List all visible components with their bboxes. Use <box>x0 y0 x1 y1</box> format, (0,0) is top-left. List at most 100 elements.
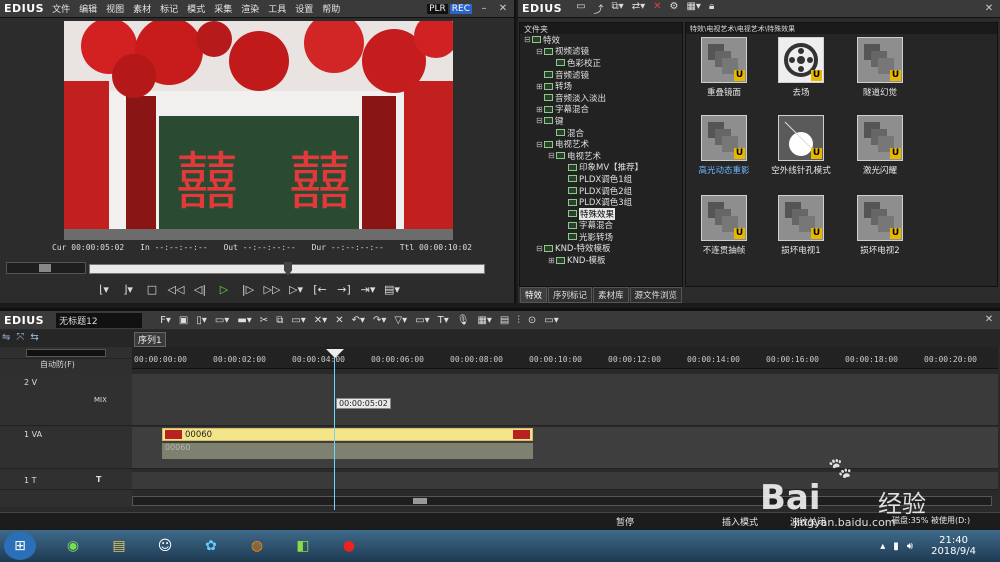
bin-tab[interactable]: 源文件浏览 <box>629 287 683 303</box>
folder-icon[interactable]: ▭ <box>576 1 585 16</box>
shuttle-handle[interactable] <box>39 264 51 272</box>
taskbar-edius-icon[interactable]: ◧ <box>282 532 324 560</box>
title-icon[interactable]: T▾ <box>438 315 449 326</box>
expand-icon[interactable]: ⊞ <box>536 82 544 91</box>
taskbar-360-icon[interactable]: ◉ <box>52 532 94 560</box>
tree-node[interactable]: PLDX调色3组 <box>520 196 682 208</box>
menu-item[interactable]: 编辑 <box>79 5 97 15</box>
close-icon-2[interactable]: ✕ <box>982 2 996 16</box>
sequence-tab[interactable]: 序列1 <box>134 332 166 347</box>
record-icon[interactable]: ⊙ <box>528 315 536 326</box>
tree-node[interactable]: ⊟ 特效 <box>520 34 682 46</box>
tree-node[interactable]: 音频淡入淡出 <box>520 92 682 104</box>
expand-icon[interactable]: ⊟ <box>536 244 544 253</box>
effect-item[interactable]: U 隧道幻觉 <box>841 37 919 98</box>
track-header-2v[interactable]: 2 V MIX <box>0 374 132 426</box>
expand-icon[interactable]: ⊟ <box>536 140 544 149</box>
undo-icon[interactable]: ↶▾ <box>352 315 365 326</box>
taskbar-explorer-icon[interactable]: ▤ <box>98 532 140 560</box>
menu-item[interactable]: 设置 <box>295 5 313 15</box>
arrange-icon[interactable]: ⇄▾ <box>632 1 645 16</box>
position-slider[interactable] <box>89 262 485 276</box>
scrollbar-thumb[interactable] <box>413 498 427 504</box>
expand-icon[interactable]: ⊟ <box>548 151 556 160</box>
track-header-1t[interactable]: 1 T T <box>0 472 132 490</box>
overwrite-icon[interactable]: →] <box>335 283 353 297</box>
tree-node[interactable]: 色彩校正 <box>520 57 682 69</box>
rewind-icon[interactable]: ◁◁ <box>167 283 185 297</box>
menu-item[interactable]: 素材 <box>133 5 151 15</box>
playhead-marker[interactable] <box>326 349 344 358</box>
fast-forward-icon[interactable]: ▷▷ <box>263 283 281 297</box>
view-icon[interactable]: ▦▾ <box>686 1 700 16</box>
ripple-delete-icon[interactable]: ✕ <box>335 315 343 326</box>
tree-node[interactable]: PLDX调色2组 <box>520 185 682 197</box>
rec-label[interactable]: REC <box>449 3 472 14</box>
taskbar-record-icon[interactable]: ● <box>328 532 370 560</box>
render-icon[interactable]: ▦▾ <box>477 315 491 326</box>
mode-select[interactable]: 自动防(F) <box>0 359 132 371</box>
expand-icon[interactable]: ⊟ <box>536 116 544 125</box>
expand-icon[interactable]: ⊟ <box>524 35 532 44</box>
expand-icon[interactable]: ⊟ <box>536 47 544 56</box>
play-icon[interactable]: ▷ <box>215 283 233 297</box>
close-icon-3[interactable]: ✕ <box>982 313 996 327</box>
insert-icon[interactable]: [← <box>311 283 329 297</box>
export-icon[interactable]: ⇥▾ <box>359 283 377 297</box>
add-track-icon[interactable]: ▭▾ <box>415 315 429 326</box>
tree-node[interactable]: 光影转场 <box>520 231 682 243</box>
taskbar-media-icon[interactable]: ✿ <box>190 532 232 560</box>
tray-network-icon[interactable]: ▮ <box>893 541 899 552</box>
delete-icon[interactable]: ✕ <box>653 1 661 16</box>
tree-node[interactable]: ⊟ 键 <box>520 115 682 127</box>
tree-node[interactable]: ⊟ 电视艺术 <box>520 138 682 151</box>
tree-node[interactable]: 混合 <box>520 127 682 139</box>
effect-item[interactable]: U 损坏电视1 <box>762 195 840 256</box>
expand-icon[interactable]: ⊞ <box>548 256 556 265</box>
effect-item[interactable]: U 激光闪耀 <box>841 115 919 176</box>
effect-item[interactable]: U 损坏电视2 <box>841 195 919 256</box>
tree-node[interactable]: PLDX调色1组 <box>520 173 682 185</box>
marker-icon[interactable]: ▽▾ <box>394 315 407 326</box>
tree-node[interactable]: ⊞ 字幕混合 <box>520 104 682 116</box>
tree-node[interactable]: ⊟ 视频滤镜 <box>520 46 682 58</box>
clock[interactable]: 21:40 2018/9/4 <box>931 535 976 557</box>
tree-node[interactable]: 印象MV【推荐】 <box>520 162 682 173</box>
taskbar-qq-icon[interactable]: ☺ <box>144 532 186 560</box>
menu-item[interactable]: 模式 <box>187 5 205 15</box>
set-out-icon[interactable]: ⌋▾ <box>119 283 137 297</box>
tray-arrow-icon[interactable]: ▴ <box>880 541 885 552</box>
menu-item[interactable]: 标记 <box>160 5 178 15</box>
mic-icon[interactable]: 🎙︎ <box>457 315 470 326</box>
minimize-icon[interactable]: – <box>477 2 491 16</box>
snapshot-icon[interactable]: ▣ <box>179 315 188 326</box>
effect-item[interactable]: U 不连贯抽帧 <box>685 195 763 256</box>
paste-icon[interactable]: ▭▾ <box>291 315 305 326</box>
delete-icon-2[interactable]: ✕▾ <box>314 315 327 326</box>
step-back-icon[interactable]: ◁| <box>191 283 209 297</box>
taskbar-firefox-icon[interactable]: ◍ <box>236 532 278 560</box>
bin-tab[interactable]: 素材库 <box>593 287 629 303</box>
save-icon[interactable]: ▬▾ <box>237 315 251 326</box>
effect-item[interactable]: U 高光动态重影 <box>685 115 763 176</box>
copy-icon[interactable]: ⧉▾ <box>612 1 624 16</box>
plr-label[interactable]: PLR <box>427 3 448 14</box>
menu-item[interactable]: 帮助 <box>322 5 340 15</box>
stop-icon[interactable]: □ <box>143 283 161 297</box>
tree-node[interactable]: 字幕混合 <box>520 220 682 231</box>
sync-icon[interactable]: ⇆ <box>30 332 38 345</box>
track-2v[interactable] <box>132 374 998 426</box>
open-icon[interactable]: ▭▾ <box>215 315 229 326</box>
start-button[interactable]: ⊞ <box>4 532 36 560</box>
copy-icon-2[interactable]: ⧉ <box>276 315 283 326</box>
fx-icon[interactable]: F▾ <box>160 315 171 326</box>
close-icon[interactable]: ✕ <box>496 2 510 16</box>
tree-node[interactable]: ⊟ KND-特效模板 <box>520 243 682 255</box>
menu-item[interactable]: 工具 <box>268 5 286 15</box>
audio-clip[interactable]: 00060 <box>162 443 533 459</box>
menu-item[interactable]: 采集 <box>214 5 232 15</box>
position-handle[interactable] <box>284 262 292 276</box>
menu-item[interactable]: 文件 <box>52 5 70 15</box>
effect-item[interactable]: U 空外线针孔模式 <box>762 115 840 176</box>
timeline-ruler[interactable]: 00:00:00:00 00:00:02:00 00:00:04:00 00:00:0… <box>132 347 998 369</box>
